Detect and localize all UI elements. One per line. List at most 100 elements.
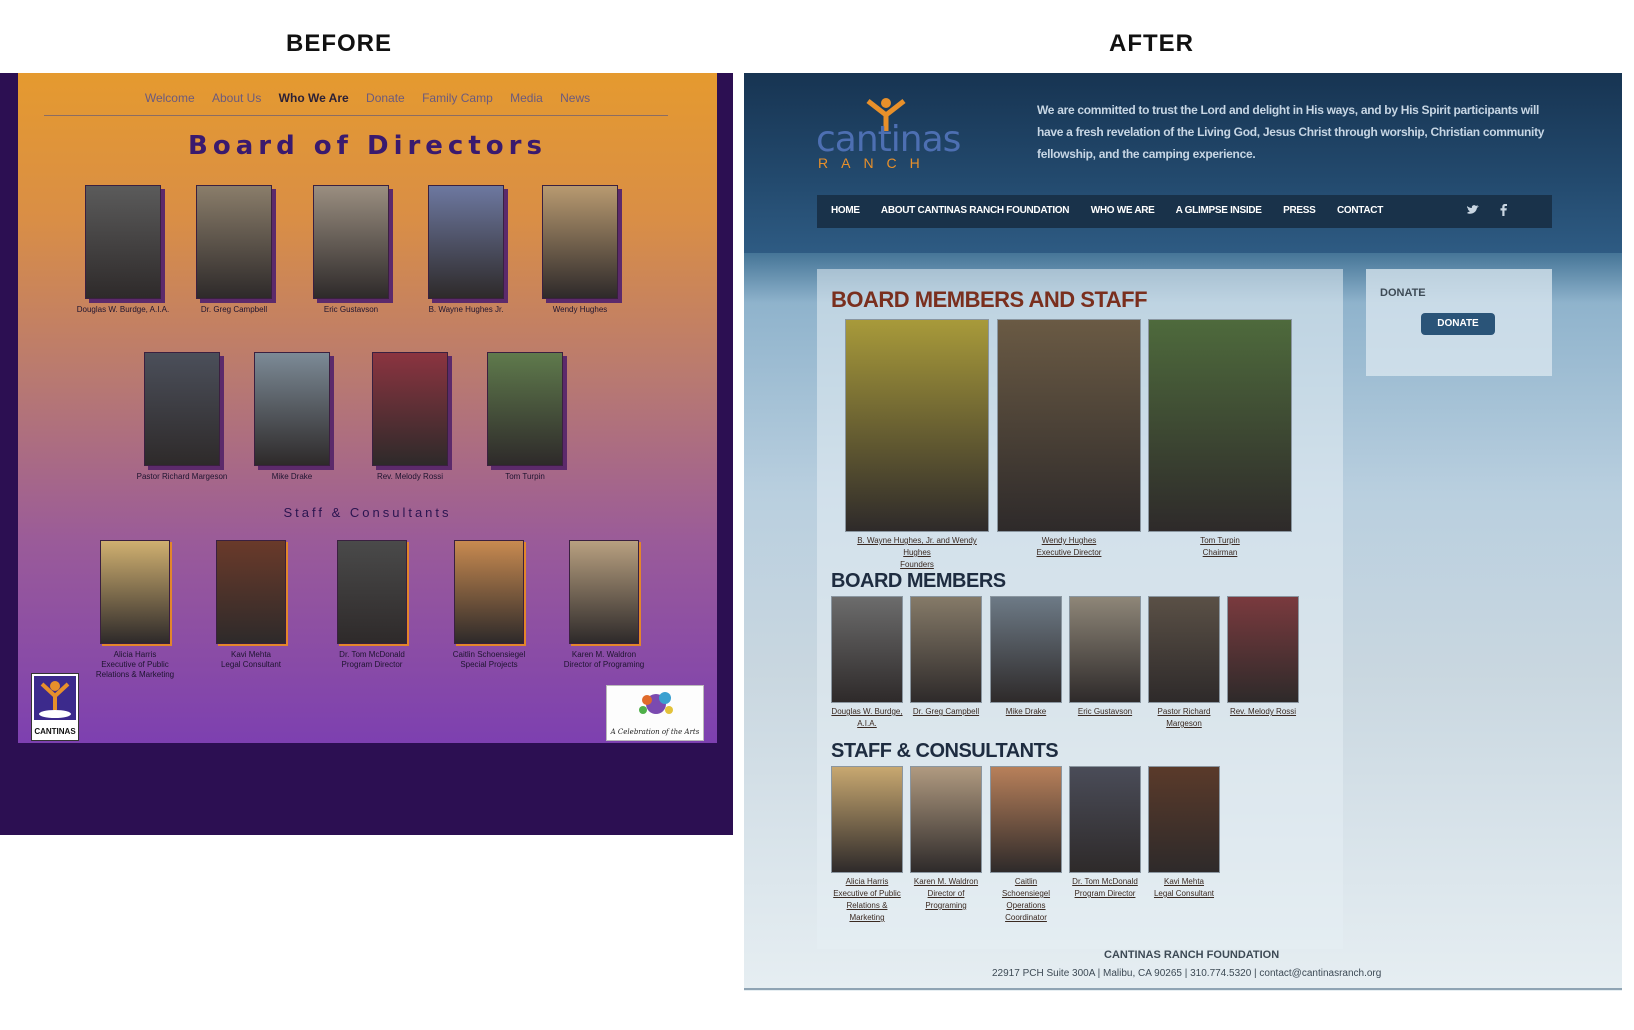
person-caption[interactable]: Douglas W. Burdge, A.I.A. [831, 706, 903, 730]
board-card: Dr. Greg Campbell [910, 596, 982, 718]
person-name: Pastor Richard Margeson [136, 472, 228, 481]
board-card: Pastor Richard Margeson [1148, 596, 1220, 730]
portrait-photo [313, 185, 389, 299]
portrait-photo [831, 766, 903, 873]
nav-press[interactable]: PRESS [1283, 205, 1316, 216]
before-nav-divider [44, 115, 668, 116]
portrait-photo [454, 540, 524, 644]
before-nav-media[interactable]: Media [510, 91, 543, 105]
after-screenshot: cantinas RANCH We are committed to trust… [744, 73, 1622, 991]
main-content: BOARD MEMBERS AND STAFF B. Wayne Hughes,… [817, 269, 1343, 949]
before-nav-welcome[interactable]: Welcome [145, 91, 195, 105]
person-name: B. Wayne Hughes Jr. [428, 305, 504, 314]
portrait-photo [144, 352, 220, 466]
nav-about[interactable]: ABOUT CANTINAS RANCH FOUNDATION [881, 205, 1070, 216]
nav-who-we-are[interactable]: WHO WE ARE [1091, 205, 1155, 216]
portrait-photo [337, 540, 407, 644]
portrait-photo [428, 185, 504, 299]
before-nav-donate[interactable]: Donate [366, 91, 405, 105]
featured-card: B. Wayne Hughes, Jr. and Wendy Hughes Fou… [845, 319, 989, 571]
before-staff-heading: Staff & Consultants [283, 505, 452, 520]
person-caption[interactable]: Rev. Melody Rossi [1227, 706, 1299, 718]
arts-graphic-icon [639, 692, 673, 714]
person-caption[interactable]: Alicia Harris Executive of Public Relation… [831, 876, 903, 924]
person-caption[interactable]: Dr. Greg Campbell [910, 706, 982, 718]
portrait-photo [997, 319, 1141, 532]
portrait-photo [1227, 596, 1299, 703]
board-card: Eric Gustavson [1069, 596, 1141, 718]
staff-heading: STAFF & CONSULTANTS [831, 740, 1059, 762]
person-caption[interactable]: B. Wayne Hughes, Jr. and Wendy Hughes Fou… [845, 535, 989, 571]
portrait-photo [487, 352, 563, 466]
nav-glimpse-inside[interactable]: A GLIMPSE INSIDE [1176, 205, 1262, 216]
before-nav: Welcome About Us Who We Are Donate Famil… [18, 91, 717, 105]
portrait-photo [372, 352, 448, 466]
person-caption[interactable]: Mike Drake [990, 706, 1062, 718]
person-name: Kavi Mehta Legal Consultant [220, 650, 282, 669]
before-nav-family-camp[interactable]: Family Camp [422, 91, 493, 105]
page-title: BOARD MEMBERS AND STAFF [831, 287, 1148, 312]
portrait-photo [216, 540, 286, 644]
before-nav-who-we-are[interactable]: Who We Are [279, 91, 349, 105]
person-name: Rev. Melody Rossi [376, 472, 444, 481]
footer-title: CANTINAS RANCH FOUNDATION [1104, 949, 1280, 961]
portrait-photo [85, 185, 161, 299]
after-header: cantinas RANCH We are committed to trust… [744, 73, 1622, 253]
portrait-photo [1148, 319, 1292, 532]
before-staff-card: Karen M. Waldron Director of Programing [549, 540, 659, 670]
staff-card: Caitlin Schoensiegel Operations Coordinat… [990, 766, 1062, 924]
person-name: Caitlin Schoensiegel Special Projects [452, 650, 526, 669]
featured-card: Tom Turpin Chairman [1148, 319, 1292, 559]
before-board-card: Dr. Greg Campbell [184, 185, 284, 315]
before-staff-card: Kavi Mehta Legal Consultant [196, 540, 306, 670]
person-caption[interactable]: Kavi Mehta Legal Consultant [1148, 876, 1220, 900]
twitter-icon[interactable] [1467, 204, 1479, 218]
portrait-photo [569, 540, 639, 644]
main-nav: HOME ABOUT CANTINAS RANCH FOUNDATION WHO… [817, 195, 1552, 228]
board-card: Mike Drake [990, 596, 1062, 718]
person-name: Wendy Hughes [552, 305, 608, 314]
person-caption[interactable]: Wendy Hughes Executive Director [997, 535, 1141, 559]
logo-wordmark[interactable]: cantinas [816, 119, 961, 160]
facebook-icon[interactable] [1500, 204, 1507, 219]
person-name: Douglas W. Burdge, A.I.A. [76, 305, 170, 314]
portrait-photo [1148, 766, 1220, 873]
before-logo[interactable]: CANTINAS [31, 673, 79, 741]
donate-sidebar: DONATE DONATE [1366, 269, 1552, 376]
before-board-card: Rev. Melody Rossi [360, 352, 460, 482]
arts-badge[interactable]: A Celebration of the Arts [606, 685, 704, 741]
person-caption[interactable]: Caitlin Schoensiegel Operations Coordinat… [990, 876, 1062, 924]
donate-button[interactable]: DONATE [1421, 313, 1495, 335]
before-nav-about-us[interactable]: About Us [212, 91, 261, 105]
portrait-photo [254, 352, 330, 466]
person-caption[interactable]: Dr. Tom McDonald Program Director [1069, 876, 1141, 900]
before-staff-card: Caitlin Schoensiegel Special Projects [434, 540, 544, 670]
portrait-photo [1069, 766, 1141, 873]
person-caption[interactable]: Karen M. Waldron Director of Programing [910, 876, 982, 912]
before-nav-news[interactable]: News [560, 91, 590, 105]
portrait-photo [100, 540, 170, 644]
before-board-card: B. Wayne Hughes Jr. [416, 185, 516, 315]
nav-home[interactable]: HOME [831, 205, 860, 216]
staff-card: Alicia Harris Executive of Public Relation… [831, 766, 903, 924]
person-name: Karen M. Waldron Director of Programing [563, 650, 645, 669]
mission-statement: We are committed to trust the Lord and d… [1037, 103, 1545, 161]
portrait-photo [990, 596, 1062, 703]
before-board-card: Eric Gustavson [301, 185, 401, 315]
person-name: Tom Turpin [505, 472, 545, 481]
staff-card: Dr. Tom McDonald Program Director [1069, 766, 1141, 900]
board-card: Douglas W. Burdge, A.I.A. [831, 596, 903, 730]
nav-contact[interactable]: CONTACT [1337, 205, 1383, 216]
portrait-photo [831, 596, 903, 703]
portrait-photo [910, 596, 982, 703]
before-board-card: Wendy Hughes [530, 185, 630, 315]
portrait-photo [845, 319, 989, 532]
staff-card: Karen M. Waldron Director of Programing [910, 766, 982, 912]
staff-card: Kavi Mehta Legal Consultant [1148, 766, 1220, 900]
portrait-photo [990, 766, 1062, 873]
person-caption[interactable]: Tom Turpin Chairman [1148, 535, 1292, 559]
logo-text: CANTINAS [34, 727, 76, 736]
person-caption[interactable]: Eric Gustavson [1069, 706, 1141, 718]
person-caption[interactable]: Pastor Richard Margeson [1148, 706, 1220, 730]
portrait-photo [542, 185, 618, 299]
